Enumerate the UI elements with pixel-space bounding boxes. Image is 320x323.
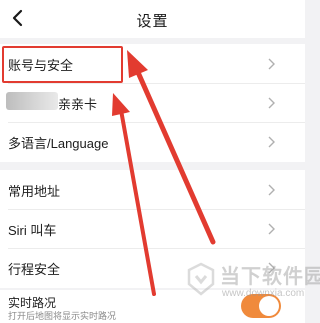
trip-safety-label: 行程安全 [8,262,61,277]
account-security-label: 账号与安全 [8,58,74,73]
blurred-avatar [6,92,58,110]
chevron-right-icon [268,223,275,235]
watermark-url: www.downxia.com [222,288,305,299]
watermark-logo-icon [187,262,215,296]
realtime-traffic-description: 打开后地图将显示实时路况 [8,311,117,321]
language-row[interactable]: 多语言/Language [0,122,305,161]
siri-ride-row[interactable]: Siri 叫车 [0,209,305,248]
page-title: 设置 [136,13,169,30]
chevron-right-icon [268,97,275,109]
chevron-right-icon [268,136,275,148]
toggle-knob [259,296,279,316]
family-card-label: 亲亲卡 [58,97,98,112]
settings-group-account: 账号与安全 亲亲卡 多语言/Language [0,44,305,162]
account-security-row[interactable]: 账号与安全 [0,44,305,83]
common-address-row[interactable]: 常用地址 [0,170,305,209]
common-address-label: 常用地址 [8,184,61,199]
siri-ride-label: Siri 叫车 [8,223,57,238]
chevron-right-icon [268,58,275,70]
navigation-bar: 设置 [0,0,305,38]
watermark-text: 当下软件园 [220,266,320,288]
family-card-row[interactable]: 亲亲卡 [0,83,305,122]
chevron-right-icon [268,184,275,196]
language-label: 多语言/Language [8,136,109,151]
